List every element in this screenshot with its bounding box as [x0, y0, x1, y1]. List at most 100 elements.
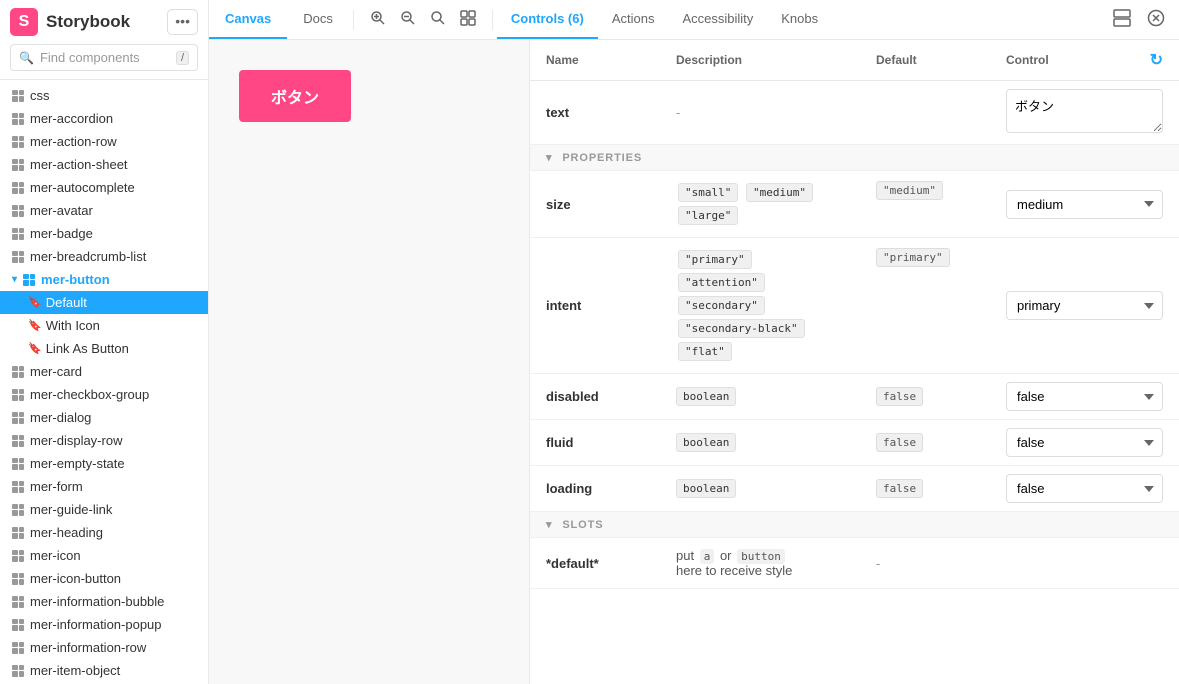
storybook-title: Storybook — [46, 12, 130, 32]
sidebar-item-mer-item-object[interactable]: mer-item-object — [0, 659, 208, 682]
slots-section-label: SLOTS — [562, 519, 603, 531]
row-name-size: size — [530, 171, 660, 238]
section-slots: ▾ SLOTS — [530, 512, 1179, 538]
sidebar-item-label: Link As Button — [46, 341, 129, 356]
row-default-disabled: false — [860, 374, 990, 420]
ellipsis-icon: ••• — [175, 13, 190, 29]
demo-button[interactable]: ボタン — [239, 70, 351, 122]
tab-divider-2 — [492, 10, 493, 30]
tab-accessibility[interactable]: Accessibility — [668, 0, 767, 39]
sidebar-menu-button[interactable]: ••• — [167, 9, 198, 35]
sidebar-item-mer-card[interactable]: mer-card — [0, 360, 208, 383]
item-grid-icon — [12, 113, 24, 125]
size-select[interactable]: small medium large — [1006, 190, 1163, 219]
sidebar-item-label: mer-item-object — [30, 663, 120, 678]
sidebar-item-mer-avatar[interactable]: mer-avatar — [0, 199, 208, 222]
item-grid-icon — [12, 251, 24, 263]
size-default-badge: "medium" — [876, 181, 943, 200]
sidebar-item-mer-empty-state[interactable]: mer-empty-state — [0, 452, 208, 475]
item-grid-icon — [12, 550, 24, 562]
row-control-size[interactable]: small medium large — [990, 171, 1179, 238]
sidebar-item-mer-button[interactable]: ▾ mer-button — [0, 268, 208, 291]
row-desc-loading: boolean — [660, 466, 860, 512]
table-row-default-slot: *default* put a or button here to receiv… — [530, 538, 1179, 589]
sidebar-item-mer-display-row[interactable]: mer-display-row — [0, 429, 208, 452]
sidebar-item-default[interactable]: 🔖 Default — [0, 291, 208, 314]
sidebar-item-mer-checkbox-group[interactable]: mer-checkbox-group — [0, 383, 208, 406]
item-grid-icon — [12, 366, 24, 378]
tab-docs[interactable]: Docs — [287, 0, 349, 39]
fluid-select[interactable]: false true — [1006, 428, 1163, 457]
sidebar-item-label: mer-icon — [30, 548, 81, 563]
section-properties: ▾ PROPERTIES — [530, 145, 1179, 171]
item-grid-icon — [12, 596, 24, 608]
intent-tag-secondary-black: "secondary-black" — [678, 319, 805, 338]
sidebar-item-mer-information-popup[interactable]: mer-information-popup — [0, 613, 208, 636]
sidebar-item-mer-heading[interactable]: mer-heading — [0, 521, 208, 544]
sidebar-item-mer-guide-link[interactable]: mer-guide-link — [0, 498, 208, 521]
table-row-intent: intent "primary" "attention" "secondary"… — [530, 238, 1179, 374]
row-default-fluid: false — [860, 420, 990, 466]
row-control-fluid[interactable]: false true — [990, 420, 1179, 466]
sidebar-item-mer-action-sheet[interactable]: mer-action-sheet — [0, 153, 208, 176]
properties-section-label: PROPERTIES — [562, 152, 642, 164]
loading-select[interactable]: false true — [1006, 474, 1163, 503]
logo-s: S — [19, 13, 30, 31]
zoom-in-button[interactable] — [364, 6, 392, 33]
row-desc-disabled: boolean — [660, 374, 860, 420]
size-tag-small: "small" — [678, 183, 738, 202]
sidebar-item-mer-icon[interactable]: mer-icon — [0, 544, 208, 567]
sidebar-item-mer-action-row[interactable]: mer-action-row — [0, 130, 208, 153]
table-row-text: text - ボタン — [530, 81, 1179, 145]
sidebar-item-label: mer-icon-button — [30, 571, 121, 586]
sidebar-item-label: mer-action-row — [30, 134, 117, 149]
sidebar-item-mer-information-bubble[interactable]: mer-information-bubble — [0, 590, 208, 613]
item-grid-icon — [12, 573, 24, 585]
properties-toggle-icon[interactable]: ▾ — [546, 152, 552, 164]
sidebar-item-link-as-button[interactable]: 🔖 Link As Button — [0, 337, 208, 360]
row-desc-fluid: boolean — [660, 420, 860, 466]
fluid-type-badge: boolean — [676, 433, 736, 452]
sidebar-item-label: With Icon — [46, 318, 100, 333]
row-control-intent[interactable]: primary attention secondary secondary-bl… — [990, 238, 1179, 374]
sidebar-item-mer-accordion[interactable]: mer-accordion — [0, 107, 208, 130]
sidebar-item-mer-icon-button[interactable]: mer-icon-button — [0, 567, 208, 590]
search-bar[interactable]: 🔍 Find components / — [10, 44, 198, 71]
item-grid-icon — [12, 642, 24, 654]
sidebar-item-mer-breadcrumb-list[interactable]: mer-breadcrumb-list — [0, 245, 208, 268]
col-default: Default — [860, 40, 990, 81]
sidebar-item-mer-badge[interactable]: mer-badge — [0, 222, 208, 245]
sidebar-item-css[interactable]: css — [0, 84, 208, 107]
sidebar-item-mer-autocomplete[interactable]: mer-autocomplete — [0, 176, 208, 199]
row-control-disabled[interactable]: false true — [990, 374, 1179, 420]
sidebar-item-label: Default — [46, 295, 87, 310]
sidebar-item-with-icon[interactable]: 🔖 With Icon — [0, 314, 208, 337]
tab-knobs[interactable]: Knobs — [767, 0, 832, 39]
intent-tag-flat: "flat" — [678, 342, 732, 361]
grid-toggle-button[interactable] — [454, 6, 482, 33]
zoom-out-button[interactable] — [394, 6, 422, 33]
col-control-label: Control — [1006, 53, 1049, 67]
sidebar-item-mer-dialog[interactable]: mer-dialog — [0, 406, 208, 429]
tab-canvas[interactable]: Canvas — [209, 0, 287, 39]
loading-type-badge: boolean — [676, 479, 736, 498]
refresh-controls-icon[interactable]: ↻ — [1150, 50, 1163, 70]
sidebar-item-mer-form[interactable]: mer-form — [0, 475, 208, 498]
sidebar-item-mer-information-row[interactable]: mer-information-row — [0, 636, 208, 659]
disabled-select[interactable]: false true — [1006, 382, 1163, 411]
reset-zoom-button[interactable] — [424, 6, 452, 33]
tab-actions[interactable]: Actions — [598, 0, 669, 39]
text-input[interactable]: ボタン — [1006, 89, 1163, 133]
disabled-default-badge: false — [876, 387, 923, 406]
row-control-loading[interactable]: false true — [990, 466, 1179, 512]
item-grid-icon — [12, 619, 24, 631]
tab-controls[interactable]: Controls (6) — [497, 0, 598, 39]
slot-desc-or: or — [720, 548, 732, 563]
slots-toggle-icon[interactable]: ▾ — [546, 519, 552, 531]
panel-size-button[interactable] — [1107, 5, 1137, 34]
sidebar-item-label: mer-checkbox-group — [30, 387, 149, 402]
bookmark-icon: 🔖 — [28, 319, 42, 332]
intent-select[interactable]: primary attention secondary secondary-bl… — [1006, 291, 1163, 320]
row-control-text[interactable]: ボタン — [990, 81, 1179, 145]
close-panel-button[interactable] — [1141, 5, 1171, 34]
